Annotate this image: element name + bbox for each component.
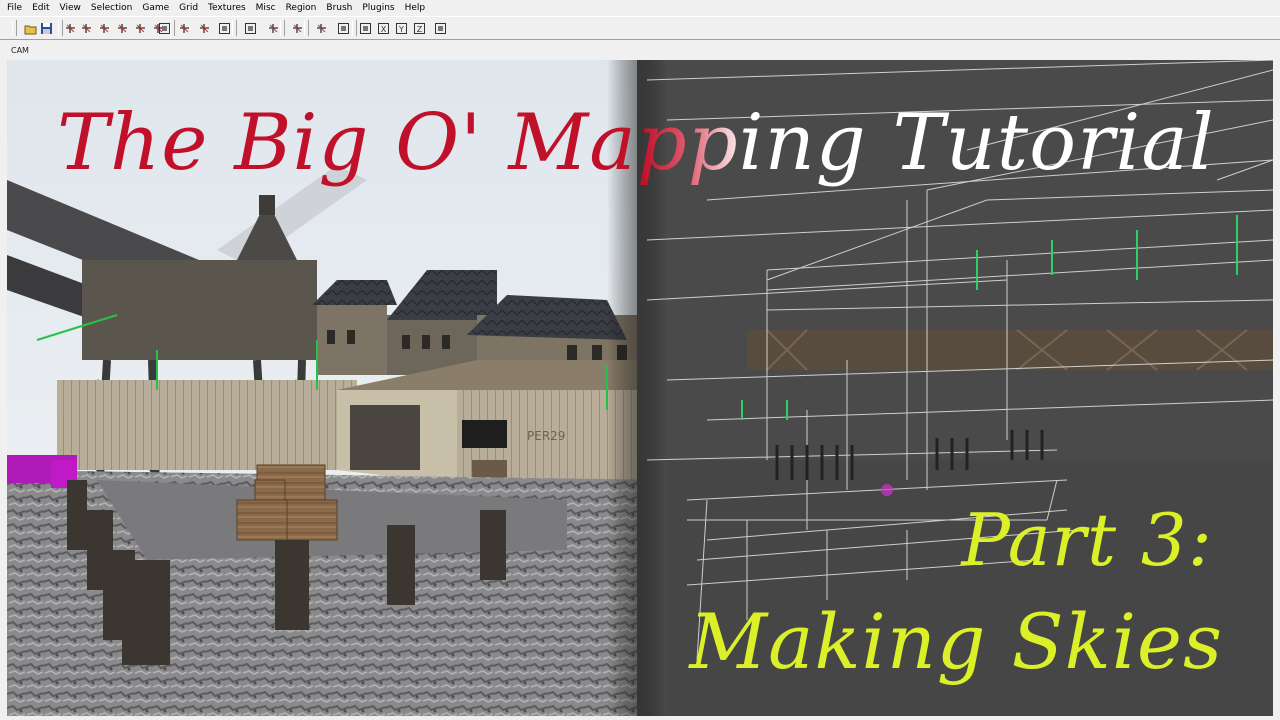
open-folder-button[interactable] [22, 20, 38, 36]
hollow-icon [268, 23, 278, 33]
menu-bar: File Edit View Selection Game Grid Textures Mis… [0, 0, 1280, 16]
rotate-y-button[interactable] [132, 20, 148, 36]
toolbar-separator [280, 20, 285, 36]
camera-z-button[interactable]: Z [411, 20, 427, 36]
save-button[interactable] [38, 20, 54, 36]
camera-x-icon: X [377, 22, 389, 34]
entity-list-button[interactable] [432, 20, 448, 36]
rotate-x-icon [117, 23, 127, 33]
change-view-icon [316, 23, 326, 33]
menu-misc[interactable]: Misc [251, 0, 281, 16]
hollow-button[interactable] [265, 20, 281, 36]
camera-y-icon: Y [395, 22, 407, 34]
flip-z-button[interactable] [96, 20, 112, 36]
menu-selection[interactable]: Selection [86, 0, 137, 16]
flip-x-icon [65, 23, 75, 33]
svg-text:Z: Z [416, 25, 422, 34]
toolbar-separator [232, 20, 237, 36]
texture-view-button[interactable] [335, 20, 351, 36]
menu-help[interactable]: Help [400, 0, 431, 16]
cubic-clip-icon [359, 22, 371, 34]
menu-plugins[interactable]: Plugins [357, 0, 399, 16]
texture-view-icon [337, 22, 349, 34]
save-icon [40, 22, 52, 34]
select-touching-button[interactable] [176, 20, 192, 36]
menu-game[interactable]: Game [137, 0, 174, 16]
menu-region[interactable]: Region [281, 0, 322, 16]
toolbar-separator [58, 20, 63, 36]
entity-list-icon [434, 22, 446, 34]
csg-merge-icon [244, 22, 256, 34]
toolbar-separator [304, 20, 309, 36]
menu-view[interactable]: View [55, 0, 86, 16]
open-folder-icon [24, 25, 36, 34]
select-partial-icon [199, 23, 209, 33]
clipper-button[interactable] [289, 20, 305, 36]
menu-edit[interactable]: Edit [27, 0, 54, 16]
part-label: Part 3: [961, 498, 1213, 582]
rotate-x-button[interactable] [114, 20, 130, 36]
menu-grid[interactable]: Grid [174, 0, 203, 16]
menu-brush[interactable]: Brush [321, 0, 357, 16]
select-touching-icon [179, 23, 189, 33]
menu-file[interactable]: File [2, 0, 27, 16]
flip-x-button[interactable] [62, 20, 78, 36]
change-view-button[interactable] [313, 20, 329, 36]
window-bottom-edge [0, 716, 1280, 720]
menu-textures[interactable]: Textures [203, 0, 251, 16]
csg-merge-button[interactable] [242, 20, 258, 36]
flip-z-icon [99, 23, 109, 33]
camera-x-button[interactable]: X [375, 20, 391, 36]
camera-view-label: CAM [11, 46, 29, 55]
video-title: The Big O' Mapping Tutorial [57, 98, 1215, 188]
rotate-y-icon [135, 23, 145, 33]
toolbar-separator [352, 20, 357, 36]
main-toolbar: X Y Z [0, 16, 1280, 40]
svg-text:Y: Y [398, 25, 404, 34]
csg-subtract-button[interactable] [216, 20, 232, 36]
clipper-icon [292, 23, 302, 33]
pier-sign: PER29 [527, 429, 565, 443]
toolbar-separator [12, 20, 17, 36]
flip-y-button[interactable] [78, 20, 94, 36]
camera-view-header: CAM [0, 40, 1280, 60]
camera-y-button[interactable]: Y [393, 20, 409, 36]
select-partial-button[interactable] [196, 20, 212, 36]
part-subtitle: Making Skies [689, 597, 1223, 686]
camera-z-icon: Z [413, 22, 425, 34]
toolbar-separator [170, 20, 175, 36]
cubic-clip-button[interactable] [357, 20, 373, 36]
csg-subtract-icon [218, 22, 230, 34]
camera-viewport[interactable]: PER29 The Big O' Mapping Tutorial Part 3… [7, 60, 1273, 716]
flip-y-icon [81, 23, 91, 33]
svg-text:X: X [380, 25, 386, 34]
select-complete-tall-icon [158, 22, 170, 34]
